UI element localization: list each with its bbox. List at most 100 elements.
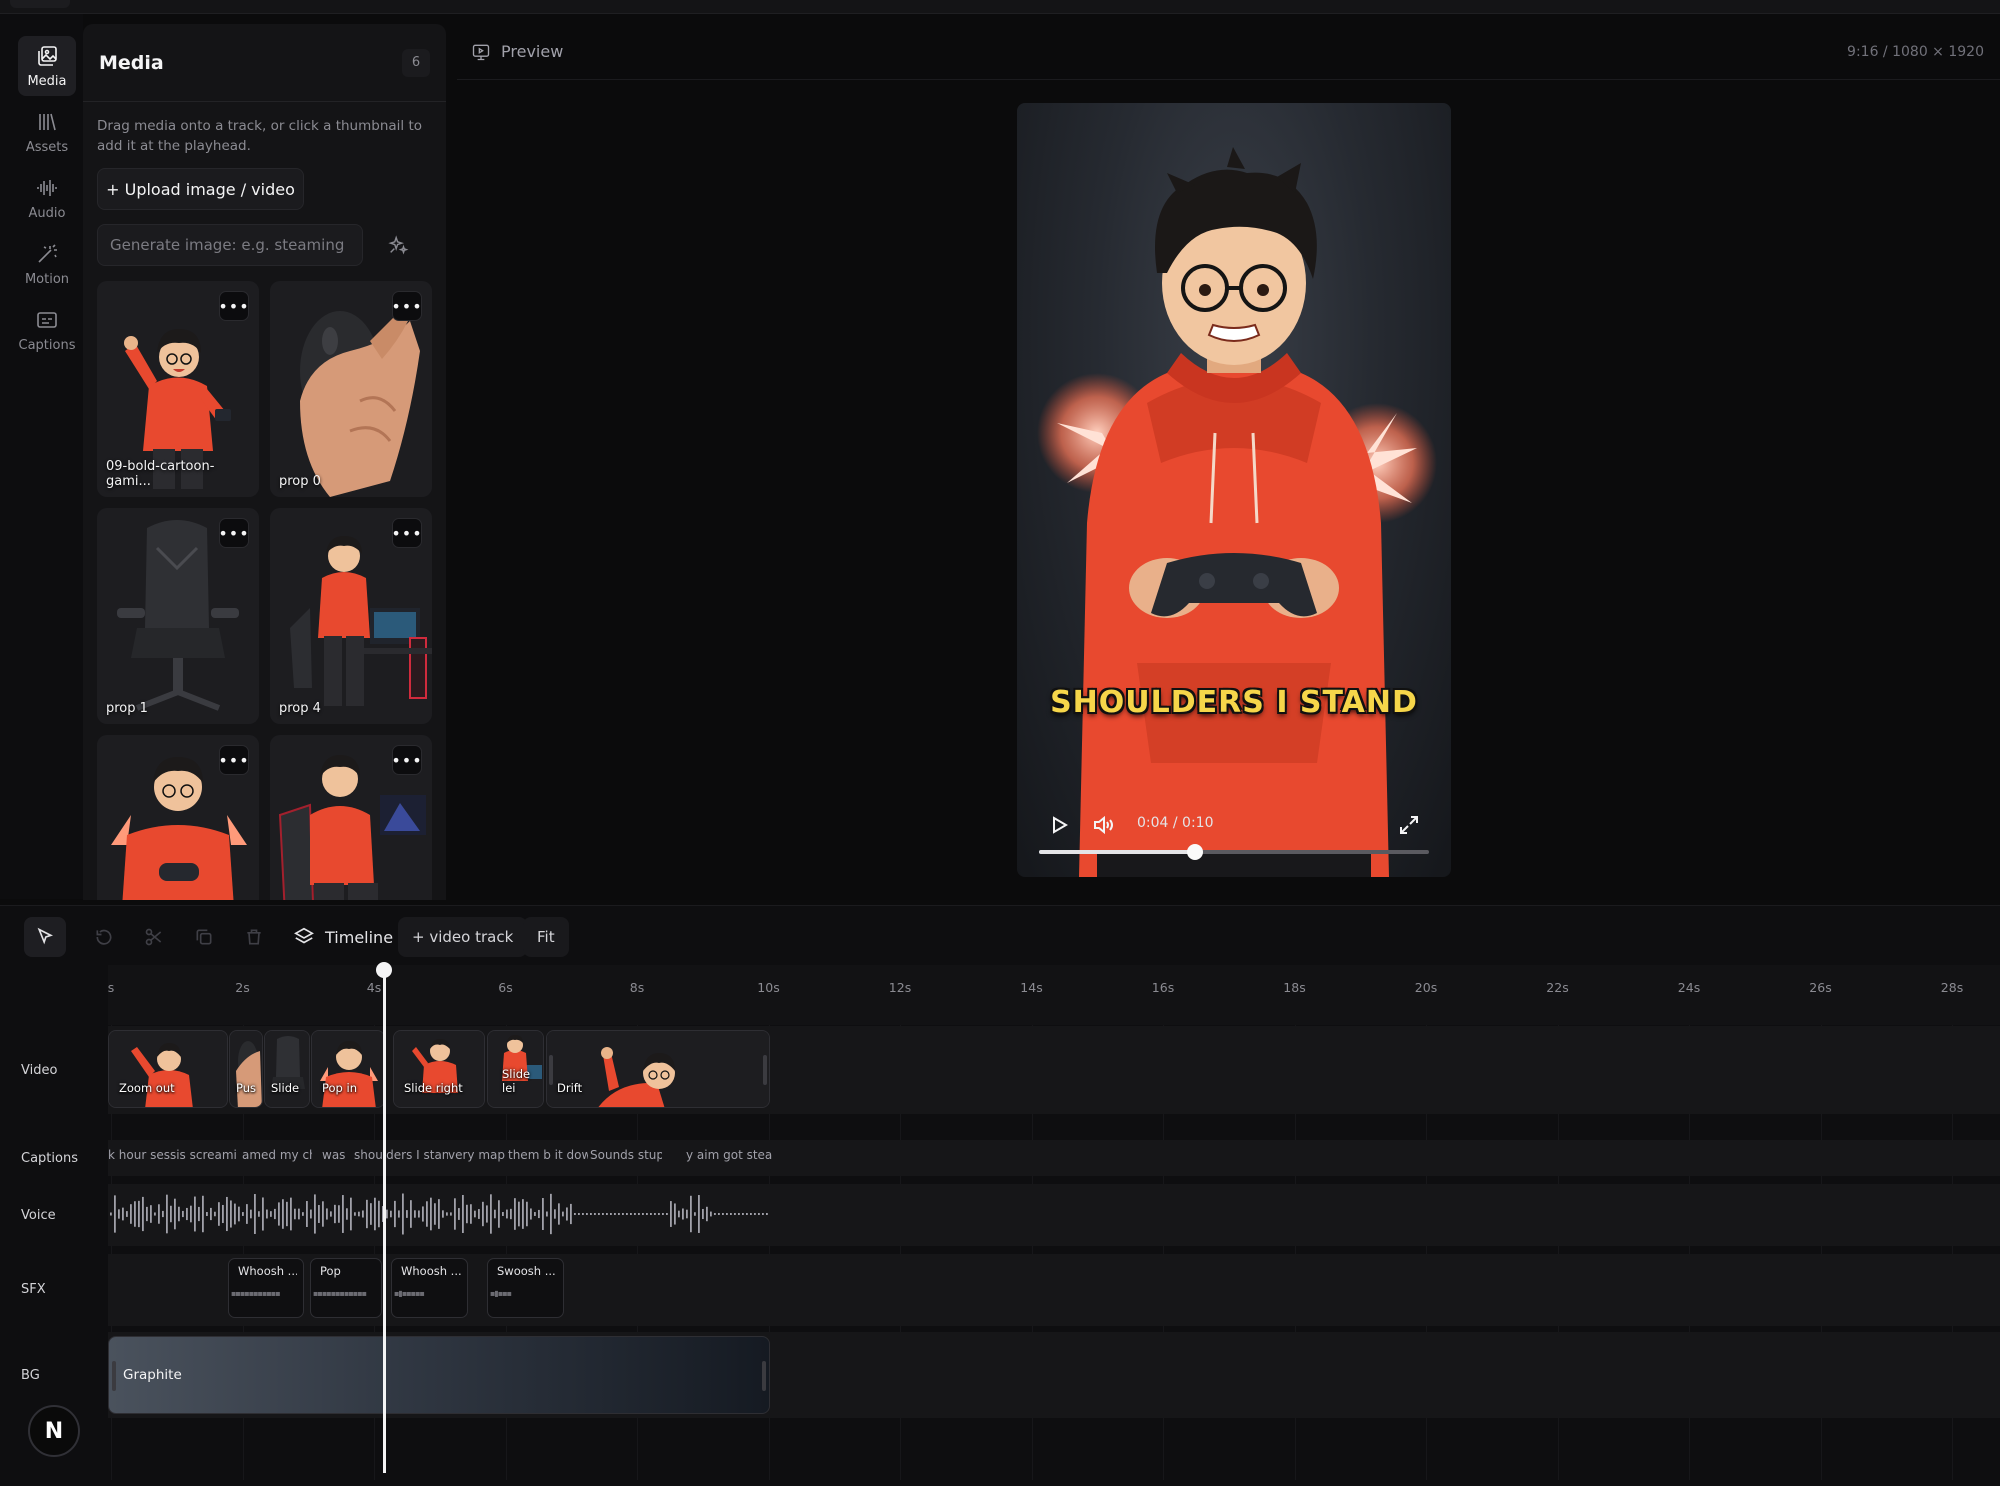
app-badge[interactable]: N <box>28 1405 80 1457</box>
media-thumb[interactable]: prop 4 ••• <box>270 508 432 724</box>
waveform-bar <box>114 1195 116 1233</box>
waveform-bar <box>150 1205 152 1223</box>
waveform-bar <box>362 1210 364 1218</box>
more-options-button[interactable]: ••• <box>391 518 422 548</box>
fit-button[interactable]: Fit <box>523 917 569 957</box>
ruler-tick: 4s <box>366 980 382 995</box>
waveform-bar <box>762 1213 764 1215</box>
rail-assets[interactable]: Assets <box>18 102 76 162</box>
caption-segment[interactable]: them b it down <box>508 1148 588 1170</box>
split-button[interactable] <box>134 917 174 957</box>
media-thumb[interactable]: ••• <box>270 735 432 900</box>
scrubber-handle[interactable] <box>1187 844 1203 860</box>
time-ruler[interactable]: s 2s 4s 6s 8s 10s 12s 14s 16s 18s 20s 22s 24s 26s 28s <box>108 965 2000 1025</box>
rail-audio-label: Audio <box>28 205 66 221</box>
waveform-bar <box>274 1208 276 1220</box>
waveform-bar <box>334 1204 336 1224</box>
video-clip[interactable]: Slide right <box>393 1030 485 1108</box>
select-tool-button[interactable] <box>24 917 66 957</box>
undo-button[interactable] <box>84 917 124 957</box>
waveform-bar <box>742 1213 744 1215</box>
waveform-bar <box>550 1193 552 1235</box>
top-bar <box>0 0 2000 14</box>
more-options-button[interactable]: ••• <box>218 518 249 548</box>
waveform-bar <box>318 1205 320 1223</box>
waveform-bar <box>122 1207 124 1221</box>
sfx-clip[interactable]: Whoosh ... ▪▮▪▪▪▪▪ <box>391 1258 468 1318</box>
more-options-button[interactable]: ••• <box>218 291 249 321</box>
sfx-clip[interactable]: Pop ▪▪▪▪▪▪▪▪▪▪▪▪ <box>310 1258 382 1318</box>
layers-icon <box>294 927 314 944</box>
waveform-bar <box>186 1207 188 1221</box>
caption-segment[interactable]: was r <box>322 1148 348 1170</box>
clip-trim-handle[interactable] <box>549 1055 553 1085</box>
waveform-bar <box>406 1210 408 1218</box>
waveform-bar <box>726 1213 728 1215</box>
voice-waveform[interactable] <box>108 1188 770 1240</box>
ruler-tick: 26s <box>1809 980 1832 995</box>
waveform-bar <box>730 1213 732 1215</box>
media-thumb[interactable]: ••• <box>97 735 259 900</box>
generate-button[interactable] <box>381 228 415 262</box>
sfx-clip[interactable]: Swoosh ... ▪▮▪▪▪ <box>487 1258 564 1318</box>
caption-segment[interactable]: y aim got steadi <box>686 1148 772 1170</box>
caption-segment[interactable]: shoulders I stand <box>354 1148 448 1170</box>
video-clip[interactable]: Drift <box>546 1030 770 1108</box>
waveform-bar <box>270 1211 272 1217</box>
waveform-bar <box>290 1197 292 1231</box>
video-clip[interactable]: Slide <box>264 1030 310 1108</box>
waveform-bar <box>470 1204 472 1224</box>
rail-motion[interactable]: Motion <box>18 234 76 294</box>
playback-scrubber[interactable] <box>1039 844 1429 860</box>
waveform-bar <box>314 1194 316 1234</box>
video-clip[interactable]: Pop in <box>311 1030 385 1108</box>
video-lane[interactable] <box>108 1026 2000 1114</box>
bg-clip[interactable]: Graphite <box>108 1336 770 1414</box>
preview-stage[interactable]: SHOULDERS I STAND 0:04 / 0:10 <box>1017 103 1451 877</box>
video-clip[interactable]: Zoom out <box>108 1030 228 1108</box>
fullscreen-icon[interactable] <box>1397 813 1421 837</box>
waveform-bar <box>354 1212 356 1216</box>
generate-image-input[interactable] <box>97 224 363 266</box>
media-hint: Drag media onto a track, or click a thum… <box>97 118 423 154</box>
add-video-track-button[interactable]: + video track <box>398 917 528 957</box>
waveform-bar <box>674 1203 676 1225</box>
sfx-clip[interactable]: Whoosh ... ▪▪▪▪▪▪▪▪▪▪▪ <box>228 1258 304 1318</box>
media-thumb[interactable]: 09-bold-cartoon-gami... ••• <box>97 281 259 497</box>
delete-button[interactable] <box>234 917 274 957</box>
upload-button[interactable]: + Upload image / video <box>97 168 304 210</box>
waveform-bar <box>766 1213 768 1215</box>
more-options-button[interactable]: ••• <box>391 745 422 775</box>
media-thumb[interactable]: prop 1 ••• <box>97 508 259 724</box>
play-icon[interactable] <box>1047 813 1071 837</box>
clip-trim-handle[interactable] <box>762 1361 766 1391</box>
waveform-bar <box>342 1195 344 1233</box>
caption-segment[interactable]: very map i <box>448 1148 508 1170</box>
playhead[interactable] <box>383 963 386 1473</box>
caption-segment[interactable]: amed my cha <box>242 1148 312 1170</box>
clip-trim-handle[interactable] <box>112 1361 116 1391</box>
rail-audio[interactable]: Audio <box>18 168 76 228</box>
rail-media[interactable]: Media <box>18 36 76 96</box>
playhead-handle[interactable] <box>376 962 392 978</box>
caption-segment[interactable]: Sounds stupi <box>590 1148 662 1170</box>
more-options-button[interactable]: ••• <box>391 291 422 321</box>
media-thumb[interactable]: prop 0 ••• <box>270 281 432 497</box>
video-clip[interactable]: Pus <box>229 1030 263 1108</box>
waveform-bar <box>646 1213 648 1215</box>
waveform-bar <box>486 1205 488 1223</box>
duplicate-button[interactable] <box>184 917 224 957</box>
waveform-bar <box>282 1199 284 1229</box>
waveform-bar <box>118 1209 120 1219</box>
clip-trim-handle[interactable] <box>763 1055 767 1085</box>
waveform-bar <box>134 1201 136 1227</box>
waveform-bar <box>606 1213 608 1215</box>
video-clip[interactable]: Slide lei <box>487 1030 544 1108</box>
caption-segment[interactable]: k hour sessis screaming <box>108 1148 236 1170</box>
waveform-bar <box>686 1209 688 1219</box>
more-options-button[interactable]: ••• <box>218 745 249 775</box>
rail-captions[interactable]: Captions <box>18 300 76 360</box>
volume-icon[interactable] <box>1091 813 1115 837</box>
waveform-bar <box>374 1197 376 1231</box>
waveform-bar <box>598 1213 600 1215</box>
